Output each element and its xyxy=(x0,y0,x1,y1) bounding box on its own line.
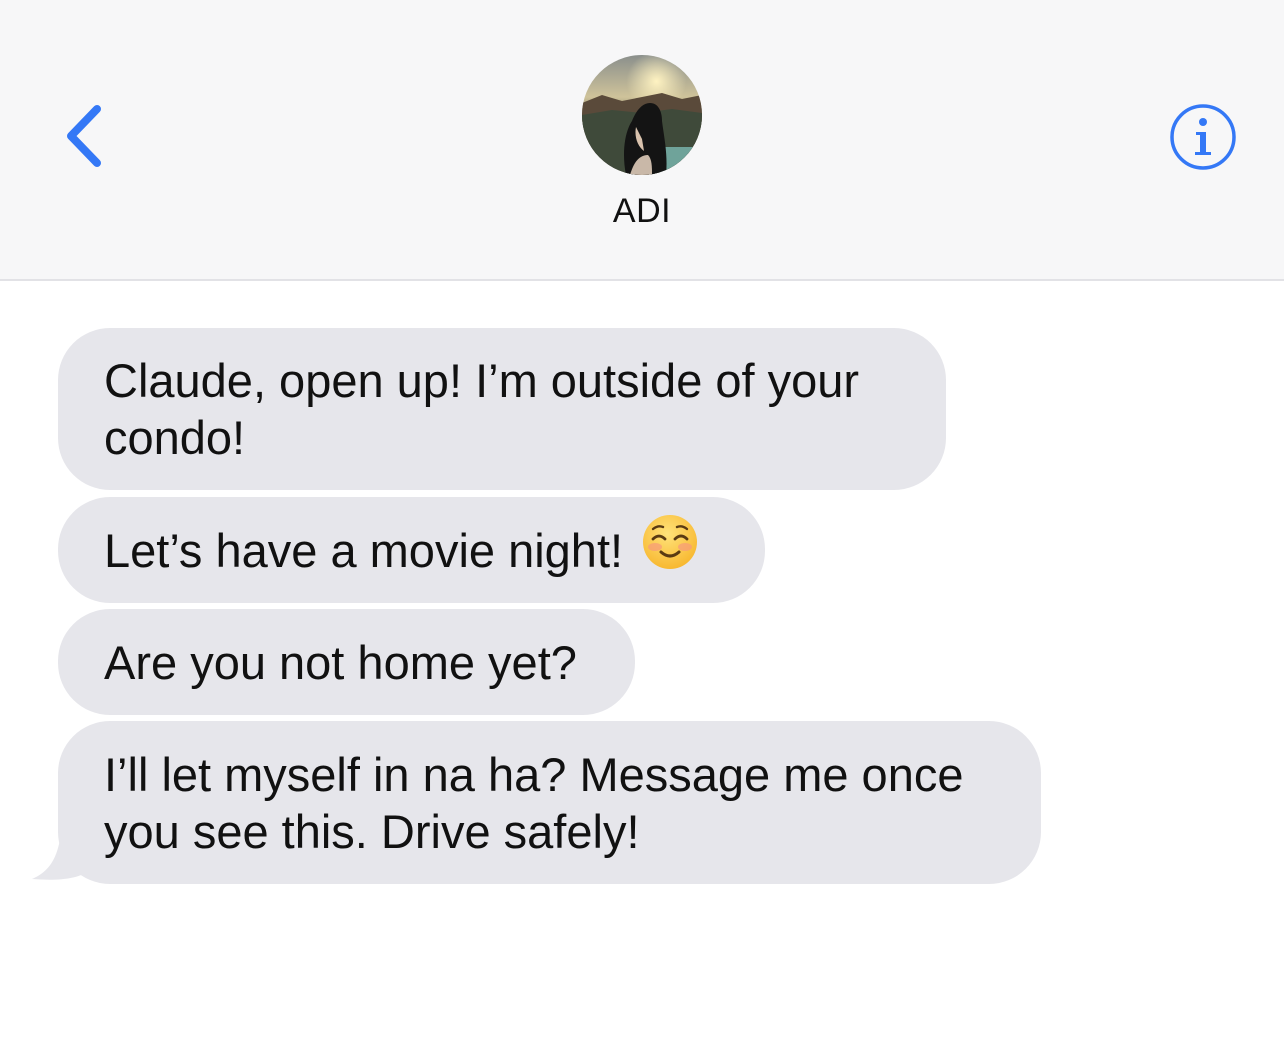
message-text: Claude, open up! I’m outside of your con… xyxy=(104,354,860,464)
message-text: Let’s have a movie night! xyxy=(104,523,624,577)
message-text: Are you not home yet? xyxy=(104,635,577,689)
message-thread: Claude, open up! I’m outside of your con… xyxy=(0,281,1284,1047)
conversation-header: ADI xyxy=(0,0,1284,281)
message-bubble[interactable]: Are you not home yet? xyxy=(58,609,635,715)
contact-name[interactable]: ADI xyxy=(0,192,1284,231)
info-button[interactable] xyxy=(1168,102,1238,172)
chevron-left-icon xyxy=(67,105,101,167)
message-bubble[interactable]: I’ll let myself in na ha? Message me onc… xyxy=(58,721,1041,884)
avatar[interactable] xyxy=(582,55,702,175)
message-bubble[interactable]: Let’s have a movie night! xyxy=(58,497,765,603)
message-text: I’ll let myself in na ha? Message me onc… xyxy=(104,747,964,858)
avatar-photo xyxy=(582,55,702,175)
smiling-face-icon xyxy=(641,513,699,583)
message-bubble[interactable]: Claude, open up! I’m outside of your con… xyxy=(58,328,946,490)
back-button[interactable] xyxy=(48,96,118,176)
bubble-tail xyxy=(32,821,88,880)
info-icon xyxy=(1170,104,1236,170)
